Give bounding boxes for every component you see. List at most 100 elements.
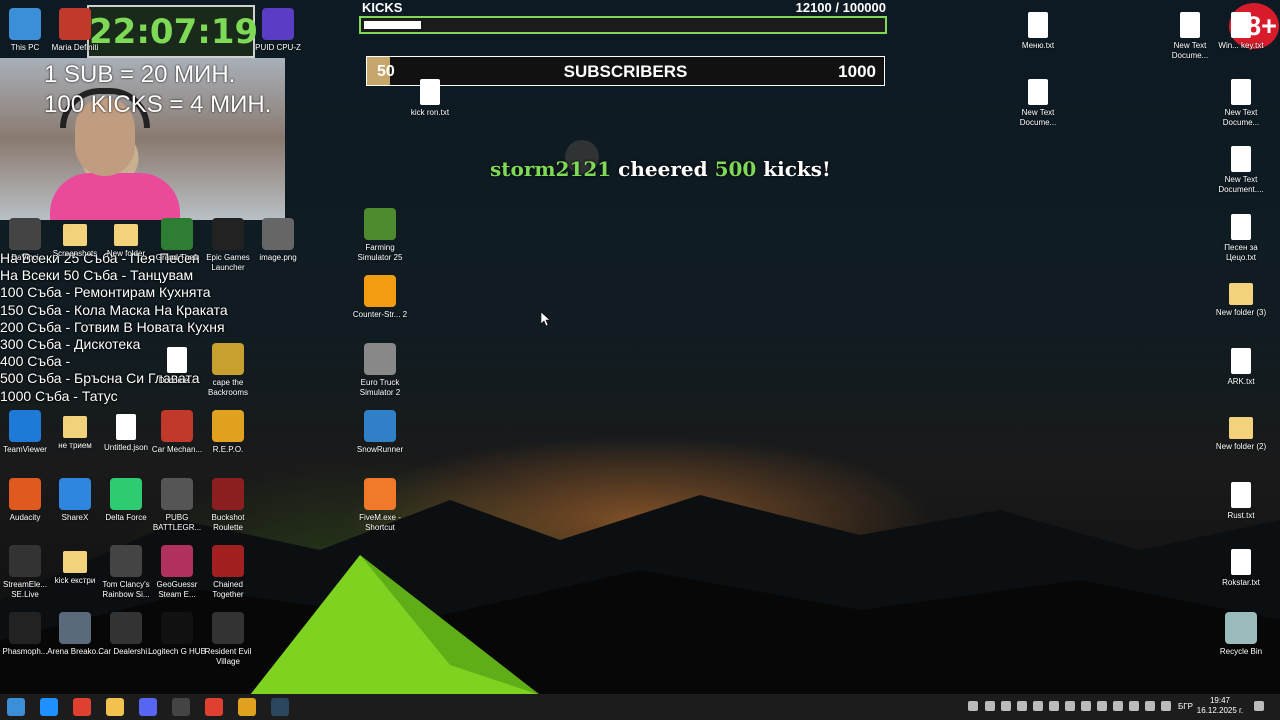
desktop-icon[interactable]: Recycle Bin [1211, 612, 1271, 657]
taskbar-time: 19:47 [1209, 696, 1231, 705]
edge-icon[interactable] [40, 698, 58, 716]
desktop-icon[interactable]: Docume... [147, 343, 207, 386]
app-icon [161, 218, 193, 250]
folder-icon [63, 224, 87, 246]
tray-icon[interactable] [1033, 701, 1043, 711]
chrome2-icon[interactable] [205, 698, 223, 716]
explorer-icon[interactable] [106, 698, 124, 716]
tray-icon[interactable] [1001, 701, 1011, 711]
steam-icon[interactable] [271, 698, 289, 716]
taskbar-date: 16.12.2025 г. [1196, 706, 1244, 715]
kicks-rule-text: 100 KICKS = 4 МИН. [44, 91, 272, 118]
language-indicator[interactable]: БГР [1178, 702, 1193, 711]
desktop-icon[interactable]: Farming Simulator 25 [350, 208, 410, 263]
desktop-icon[interactable]: SnowRunner [350, 410, 410, 455]
desktop-icon[interactable]: New Text Docume... [1211, 75, 1271, 128]
kicks-title: KICKS [362, 0, 403, 15]
desktop-icon-label: New Text Docume... [1019, 108, 1057, 127]
tray-icon[interactable] [1081, 701, 1091, 711]
folder-icon [114, 224, 138, 246]
desktop-icon[interactable]: Песен за Цецо.txt [1211, 210, 1271, 263]
desktop-icon[interactable]: Меню.txt [1008, 8, 1068, 51]
tray-icon[interactable] [968, 701, 978, 711]
text-file-icon [1231, 146, 1251, 172]
desktop-icon[interactable]: New Text Docume... [1008, 75, 1068, 128]
app-icon [9, 612, 41, 644]
desktop-icon-label: Recycle Bin [1219, 647, 1263, 656]
desktop-icon[interactable]: FiveM.exe - Shortcut [350, 478, 410, 533]
stream-clock: 22:07:19 [87, 5, 258, 58]
desktop-icon[interactable]: Counter-Str... 2 [350, 275, 410, 320]
desktop-icon-label: ARK.txt [1227, 377, 1255, 386]
desktop-icon[interactable]: image.png [248, 218, 308, 263]
tent-image [250, 555, 540, 695]
desktop-icon-label: R.E.P.O. [212, 445, 244, 454]
desktop-icon-label: New folder (3) [1215, 308, 1267, 317]
tray-icon[interactable] [1065, 701, 1075, 711]
desktop-icon[interactable]: Maria Definiti [45, 8, 105, 53]
winamp-icon[interactable] [238, 698, 256, 716]
desktop-icon[interactable]: Rokstar.txt [1211, 545, 1271, 588]
taskbar: БГР 19:47 16.12.2025 г. [0, 694, 1280, 720]
goal-item: На Всеки 50 Съба - Танцувам [0, 267, 194, 284]
text-file-icon [1180, 12, 1200, 38]
app-icon [212, 343, 244, 375]
notifications-icon[interactable] [1254, 701, 1264, 711]
desktop-icon[interactable]: New folder (2) [1211, 411, 1271, 452]
goal-item: 150 Съба - Кола Маска На Краката [0, 301, 228, 318]
tray-icon[interactable] [1113, 701, 1123, 711]
app-icon [262, 8, 294, 40]
app-icon [9, 410, 41, 442]
app-icon [161, 612, 193, 644]
volume-icon[interactable] [1161, 701, 1171, 711]
desktop-icon-label: Buckshot Roulette [211, 513, 245, 532]
taskbar-clock[interactable]: 19:47 16.12.2025 г. [1196, 696, 1244, 716]
kicks-goal: / 100000 [835, 0, 886, 15]
cheer-amount: 500 [714, 157, 757, 181]
tray-icon[interactable] [1017, 701, 1027, 711]
tray-icon[interactable] [1049, 701, 1059, 711]
sub-rule-text: 1 SUB = 20 МИН. [44, 61, 236, 88]
obs-icon[interactable] [172, 698, 190, 716]
app-icon [9, 8, 41, 40]
text-file-icon [420, 79, 440, 105]
desktop-icon[interactable]: Resident Evil Village [198, 612, 258, 667]
text-file-icon [1231, 12, 1251, 38]
desktop-icon[interactable]: Rust.txt [1211, 478, 1271, 521]
desktop-icon-label: Farming Simulator 25 [357, 243, 403, 262]
app-icon [212, 545, 244, 577]
app-icon [212, 410, 244, 442]
app-icon [9, 545, 41, 577]
desktop-icon[interactable]: Buckshot Roulette [198, 478, 258, 533]
desktop-icon[interactable]: kick ron.txt [400, 75, 460, 118]
app-icon [212, 218, 244, 250]
kicks-progress-fill [364, 21, 421, 29]
desktop-icon[interactable]: Chained Together [198, 545, 258, 600]
start-icon[interactable] [7, 698, 25, 716]
text-file-icon [1231, 214, 1251, 240]
microphone-icon[interactable] [1097, 701, 1107, 711]
kicks-progress-bar [359, 16, 887, 34]
desktop-icon[interactable]: New folder (3) [1211, 277, 1271, 318]
desktop-icon[interactable]: PUID CPU-Z [248, 8, 308, 53]
tray-icon[interactable] [1129, 701, 1139, 711]
network-icon[interactable] [1145, 701, 1155, 711]
desktop-icon-label: Win... key.txt [1218, 41, 1264, 50]
desktop-icon[interactable]: Win... key.txt [1211, 8, 1271, 51]
chrome-icon[interactable] [73, 698, 91, 716]
app-icon [161, 410, 193, 442]
desktop-icon-label: FiveM.exe - Shortcut [359, 513, 401, 532]
goal-item: 200 Съба - Готвим В Новата Кухня [0, 318, 225, 335]
desktop-icon[interactable]: cape the Backrooms [198, 343, 258, 398]
tray-icon[interactable] [985, 701, 995, 711]
desktop-icon[interactable]: R.E.P.O. [198, 410, 258, 455]
desktop-icon[interactable]: Euro Truck Simulator 2 [350, 343, 410, 398]
desktop-icon[interactable]: New Text Document.... [1211, 142, 1271, 195]
folder-icon [1229, 283, 1253, 305]
folder-icon [63, 416, 87, 438]
app-icon [1225, 612, 1257, 644]
desktop-icon[interactable]: ARK.txt [1211, 344, 1271, 387]
app-icon [364, 275, 396, 307]
folder-icon [1229, 417, 1253, 439]
discord-icon[interactable] [139, 698, 157, 716]
